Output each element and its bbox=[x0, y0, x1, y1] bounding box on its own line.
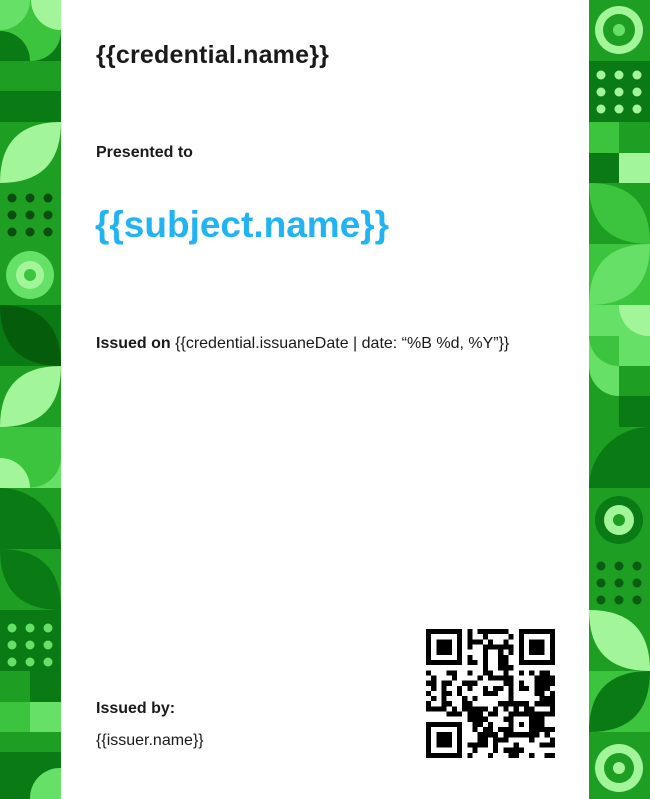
presented-to-label: Presented to bbox=[96, 144, 193, 161]
qr-code-icon bbox=[426, 629, 555, 758]
issued-on-line: Issued on {{credential.issuaneDate | dat… bbox=[96, 335, 509, 353]
issued-on-date: {{credential.issuaneDate | date: “%B %d,… bbox=[175, 335, 510, 352]
subject-name: {{subject.name}} bbox=[95, 204, 390, 245]
geometric-pattern-right-icon bbox=[589, 0, 650, 799]
left-decorative-border bbox=[0, 0, 61, 799]
issued-on-label: Issued on bbox=[96, 335, 171, 352]
qr-code-graphic bbox=[426, 629, 555, 758]
issuer-name: {{issuer.name}} bbox=[96, 732, 204, 749]
issued-by-label: Issued by: bbox=[96, 700, 176, 717]
credential-title: {{credential.name}} bbox=[96, 41, 330, 69]
geometric-pattern-left-icon bbox=[0, 0, 61, 799]
right-decorative-border bbox=[589, 0, 650, 799]
